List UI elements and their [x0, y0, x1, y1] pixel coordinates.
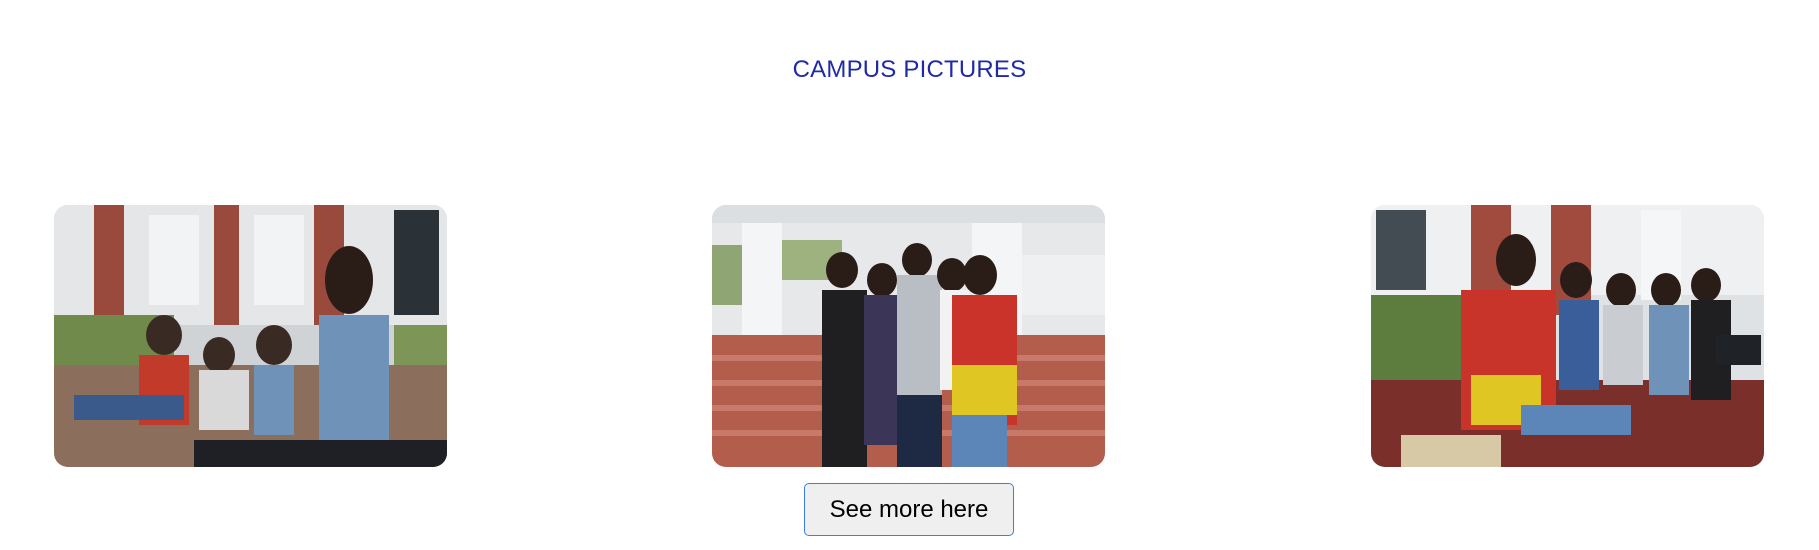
section-title: CAMPUS PICTURES	[792, 56, 1027, 83]
campus-photo-2-image	[712, 205, 1105, 467]
campus-photo-2	[712, 205, 1105, 467]
campus-photo-3-image	[1371, 205, 1764, 467]
campus-photo-1	[54, 205, 447, 467]
campus-pictures-section: CAMPUS PICTURES See more here	[0, 0, 1819, 550]
see-more-button[interactable]: See more here	[804, 483, 1014, 536]
campus-photo-3	[1371, 205, 1764, 467]
campus-photo-1-image	[54, 205, 447, 467]
